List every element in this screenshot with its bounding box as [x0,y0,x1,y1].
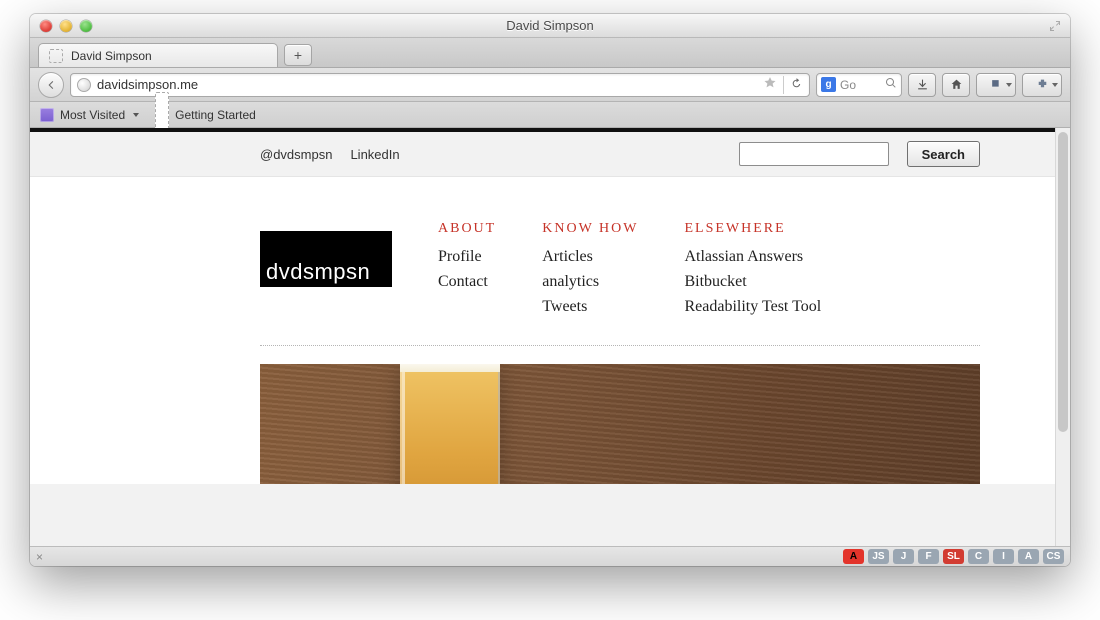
bookmark-label: Getting Started [175,108,256,122]
site-logo-text: dvdsmpsn [266,261,370,283]
nav-link[interactable]: Contact [438,273,488,290]
bookmark-star-icon[interactable] [763,76,777,93]
nav-column-about: ABOUT Profile Contact [438,221,496,319]
site-search-button[interactable]: Search [907,141,980,167]
nav-column-knowhow: KNOW HOW Articles analytics Tweets [542,221,638,319]
nav-column-elsewhere: ELSEWHERE Atlassian Answers Bitbucket Re… [684,221,821,319]
status-badge[interactable]: C [968,549,989,564]
window-titlebar: David Simpson [30,14,1070,38]
hero-beer-foam [400,364,500,372]
address-bar-text: davidsimpson.me [97,77,757,92]
window-zoom-button[interactable] [80,20,92,32]
site-search-input[interactable] [739,142,889,166]
site-logo-column: dvdsmpsn [260,221,392,319]
nav-link[interactable]: Articles [542,248,593,265]
folder-icon [40,108,54,122]
site-utility-bar: @dvdsmpsn LinkedIn Search [30,132,1070,177]
search-engine-hint: Go [840,78,881,92]
tab-title: David Simpson [71,49,152,63]
utility-links: @dvdsmpsn LinkedIn [260,147,400,162]
square-icon [990,78,1003,91]
utility-link-linkedin[interactable]: LinkedIn [350,147,399,162]
bookmarks-bar: Most Visited Getting Started [30,102,1070,128]
vertical-scrollbar[interactable] [1055,128,1070,546]
window-minimize-button[interactable] [60,20,72,32]
tab-strip: David Simpson + [30,38,1070,68]
reload-button[interactable] [790,77,803,93]
nav-link[interactable]: Atlassian Answers [684,248,803,265]
home-icon [950,78,963,91]
toolbar-button-a[interactable] [976,73,1016,97]
nav-link[interactable]: Tweets [542,298,587,315]
status-badge[interactable]: A [1018,549,1039,564]
status-badge[interactable]: J [893,549,914,564]
hero-wood-surface [260,364,980,484]
plus-icon: + [294,47,302,63]
browser-tab[interactable]: David Simpson [38,43,278,67]
new-tab-button[interactable]: + [284,44,312,66]
nav-heading: KNOW HOW [542,221,638,237]
search-engine-icon: g [821,77,836,92]
status-badge[interactable]: CS [1043,549,1064,564]
hero-image [260,364,980,484]
toolbar-button-b[interactable] [1022,73,1062,97]
status-close-icon[interactable]: × [36,550,43,564]
window-traffic-lights [30,20,92,32]
page-viewport: @dvdsmpsn LinkedIn Search dvdsmpsn [30,128,1070,546]
status-badge[interactable]: A [843,549,864,564]
window-title: David Simpson [30,18,1070,33]
download-icon [916,78,929,91]
nav-link[interactable]: Profile [438,248,482,265]
downloads-button[interactable] [908,73,936,97]
search-engine-field[interactable]: g Go [816,73,902,97]
status-extension-badges: A JS J F SL C I A CS [843,549,1064,564]
site-page: dvdsmpsn ABOUT Profile Contact KNOW HOW [30,177,1070,484]
tab-favicon [49,49,63,63]
puzzle-icon [1036,78,1049,91]
status-badge[interactable]: JS [868,549,889,564]
magnifier-icon [885,77,897,92]
chevron-left-icon [45,79,57,91]
status-badge[interactable]: I [993,549,1014,564]
browser-window: David Simpson David Simpson + davidsimps… [30,14,1070,566]
nav-back-button[interactable] [38,72,64,98]
hero-beer-glass [400,364,500,484]
nav-heading: ELSEWHERE [684,221,821,237]
status-bar: × A JS J F SL C I A CS [30,546,1070,566]
nav-link[interactable]: Readability Test Tool [684,298,821,315]
scrollbar-thumb[interactable] [1058,132,1068,432]
globe-icon [77,78,91,92]
fullscreen-icon[interactable] [1048,19,1062,33]
nav-heading: ABOUT [438,221,496,237]
dotted-divider [260,345,980,346]
site-logo[interactable]: dvdsmpsn [260,231,392,287]
chevron-down-icon [133,113,139,117]
bookmark-label: Most Visited [60,108,125,122]
chevron-down-icon [1006,83,1012,87]
bookmarks-folder-most-visited[interactable]: Most Visited [40,108,139,122]
chevron-down-icon [1052,83,1058,87]
divider [783,76,784,94]
nav-link[interactable]: Bitbucket [684,273,746,290]
nav-link[interactable]: analytics [542,273,599,290]
window-close-button[interactable] [40,20,52,32]
utility-link-twitter[interactable]: @dvdsmpsn [260,147,332,162]
home-button[interactable] [942,73,970,97]
status-badge[interactable]: F [918,549,939,564]
status-badge[interactable]: SL [943,549,964,564]
